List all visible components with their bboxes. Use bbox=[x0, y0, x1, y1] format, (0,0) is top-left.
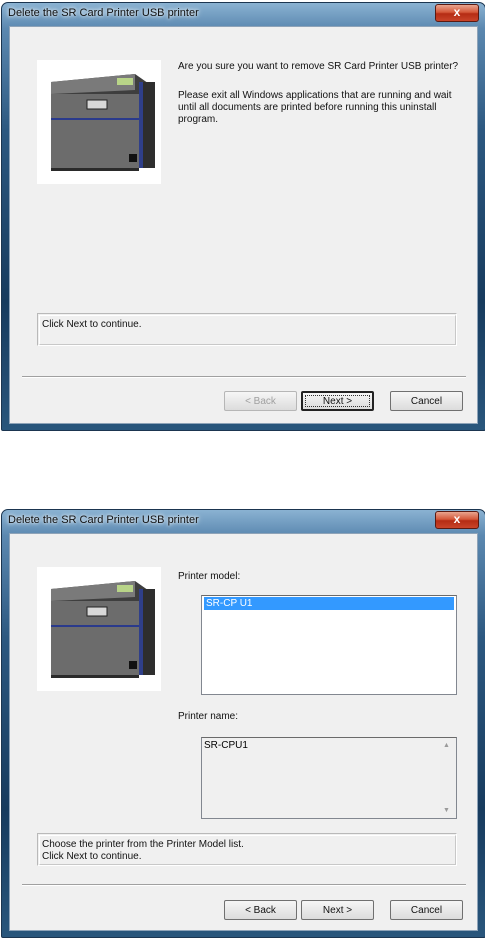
status-line-1: Choose the printer from the Printer Mode… bbox=[42, 839, 244, 850]
title-bar[interactable]: Delete the SR Card Printer USB printer x bbox=[2, 510, 485, 530]
scroll-down-icon[interactable]: ▼ bbox=[443, 807, 450, 814]
dialog-remove-confirm: Delete the SR Card Printer USB printer x… bbox=[1, 2, 485, 431]
printer-name-label: Printer name: bbox=[178, 711, 239, 722]
dialog-body: Are you sure you want to remove SR Card … bbox=[9, 26, 478, 424]
list-item[interactable]: SR-CP U1 bbox=[204, 597, 454, 610]
back-button[interactable]: < Back bbox=[224, 391, 297, 411]
close-icon: x bbox=[453, 5, 461, 19]
status-text: Click Next to continue. bbox=[42, 319, 142, 330]
next-button[interactable]: Next > bbox=[301, 391, 374, 411]
window-title: Delete the SR Card Printer USB printer bbox=[8, 7, 199, 19]
next-button[interactable]: Next > bbox=[301, 900, 374, 920]
printer-model-label: Printer model: bbox=[178, 571, 241, 582]
status-box: Choose the printer from the Printer Mode… bbox=[37, 833, 457, 866]
confirm-question: Are you sure you want to remove SR Card … bbox=[178, 61, 459, 72]
cancel-button[interactable]: Cancel bbox=[390, 391, 463, 411]
window-title: Delete the SR Card Printer USB printer bbox=[8, 514, 199, 526]
focus-ring bbox=[305, 395, 370, 407]
status-box: Click Next to continue. bbox=[37, 313, 457, 346]
title-bar[interactable]: Delete the SR Card Printer USB printer x bbox=[2, 3, 485, 23]
back-button[interactable]: < Back bbox=[224, 900, 297, 920]
card-printer-image bbox=[37, 567, 161, 691]
dialog-body: Printer model: SR-CP U1 Printer name: SR… bbox=[9, 533, 478, 931]
printer-name-value: SR-CPU1 bbox=[204, 740, 248, 751]
printer-model-list[interactable]: SR-CP U1 bbox=[201, 595, 457, 695]
scrollbar[interactable]: ▲ ▼ bbox=[440, 738, 456, 818]
separator bbox=[22, 376, 466, 378]
cancel-button[interactable]: Cancel bbox=[390, 900, 463, 920]
printer-name-field[interactable]: SR-CPU1 ▲ ▼ bbox=[201, 737, 457, 819]
dialog-select-printer: Delete the SR Card Printer USB printer x… bbox=[1, 509, 485, 938]
status-line-2: Click Next to continue. bbox=[42, 851, 142, 862]
scroll-up-icon[interactable]: ▲ bbox=[443, 742, 450, 749]
close-button[interactable]: x bbox=[435, 511, 479, 529]
separator bbox=[22, 884, 466, 886]
close-button[interactable]: x bbox=[435, 4, 479, 22]
card-printer-image bbox=[37, 60, 161, 184]
close-icon: x bbox=[453, 512, 461, 526]
exit-apps-instruction: Please exit all Windows applications tha… bbox=[178, 90, 452, 125]
